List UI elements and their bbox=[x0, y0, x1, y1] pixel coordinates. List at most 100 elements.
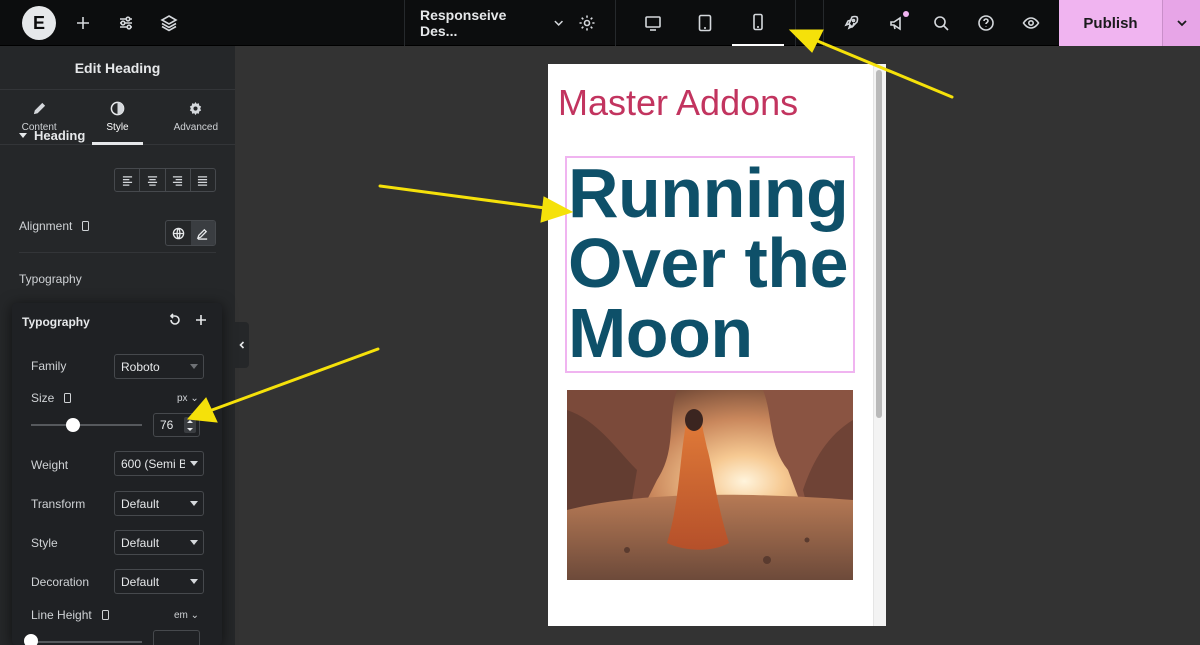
pencil-icon bbox=[197, 228, 208, 240]
size-input[interactable]: 76 bbox=[153, 413, 200, 437]
globe-icon bbox=[172, 227, 185, 239]
align-center-button[interactable] bbox=[140, 169, 166, 191]
global-typography-button[interactable] bbox=[166, 221, 191, 245]
document-title-dropdown[interactable]: Responseive Des... bbox=[404, 0, 564, 46]
typography-controls bbox=[165, 220, 216, 246]
line-height-slider-track[interactable] bbox=[31, 641, 142, 643]
section-heading-label: Heading bbox=[34, 128, 86, 143]
transform-value: Default bbox=[121, 496, 160, 511]
section-heading-toggle[interactable]: Heading bbox=[19, 128, 85, 143]
reset-icon[interactable] bbox=[168, 313, 182, 327]
style-label: Style bbox=[31, 536, 58, 550]
add-element-button[interactable] bbox=[68, 0, 98, 46]
rocket-icon bbox=[844, 15, 859, 30]
alignment-label: Alignment bbox=[19, 219, 90, 233]
decoration-value: Default bbox=[121, 574, 160, 589]
preview-button[interactable] bbox=[1016, 0, 1046, 46]
search-icon bbox=[934, 16, 949, 31]
help-icon bbox=[978, 15, 994, 31]
size-stepper[interactable] bbox=[184, 417, 196, 433]
logo-letter: E bbox=[32, 12, 45, 33]
publish-button[interactable]: Publish bbox=[1059, 0, 1162, 46]
font-family-value: Roboto bbox=[121, 359, 160, 374]
finder-button[interactable] bbox=[926, 0, 956, 46]
font-weight-select[interactable]: 600 (Semi Bold) bbox=[114, 451, 204, 476]
notification-dot bbox=[903, 11, 909, 17]
align-right-button[interactable] bbox=[166, 169, 191, 191]
desktop-icon bbox=[645, 16, 661, 31]
preview-scroll-thumb[interactable] bbox=[876, 70, 882, 418]
text-decoration-select[interactable]: Default bbox=[114, 569, 204, 594]
typography-popover: Typography Family Roboto Size px ⌄ 76 We… bbox=[12, 303, 222, 645]
mobile-icon[interactable] bbox=[82, 221, 90, 231]
launchpad-button[interactable] bbox=[836, 0, 866, 46]
site-settings-button[interactable] bbox=[111, 0, 141, 46]
line-height-slider-thumb[interactable] bbox=[24, 634, 38, 645]
font-style-select[interactable]: Default bbox=[114, 530, 204, 555]
device-tablet-button[interactable] bbox=[682, 0, 728, 46]
tab-advanced[interactable]: Advanced bbox=[157, 90, 235, 144]
size-unit: px bbox=[177, 393, 188, 404]
tablet-icon bbox=[698, 14, 712, 32]
eye-icon bbox=[1022, 17, 1040, 29]
chevron-down-icon bbox=[554, 20, 563, 26]
gear-icon bbox=[579, 15, 595, 31]
help-button[interactable] bbox=[971, 0, 1001, 46]
line-height-label-text: Line Height bbox=[31, 608, 92, 622]
size-slider-thumb[interactable] bbox=[66, 418, 81, 432]
size-unit-select[interactable]: px ⌄ bbox=[177, 393, 199, 404]
mobile-icon[interactable] bbox=[101, 610, 109, 620]
panel-title: Edit Heading bbox=[0, 46, 235, 90]
caret-down-icon bbox=[190, 501, 198, 506]
family-label: Family bbox=[31, 359, 67, 373]
style-value: Default bbox=[121, 535, 160, 550]
line-height-input[interactable] bbox=[153, 630, 200, 645]
gear-icon bbox=[190, 101, 202, 116]
elementor-logo-button[interactable]: E bbox=[22, 6, 56, 40]
preview-image[interactable] bbox=[567, 390, 853, 580]
plus-icon[interactable] bbox=[194, 313, 208, 327]
popover-header-actions bbox=[168, 313, 208, 327]
device-mobile-button[interactable] bbox=[732, 0, 784, 46]
tab-style[interactable]: Style bbox=[78, 90, 156, 145]
alignment-control bbox=[114, 168, 216, 192]
device-desktop-button[interactable] bbox=[630, 0, 676, 46]
contrast-icon bbox=[110, 101, 125, 116]
heading-widget[interactable]: Running Over the Moon bbox=[568, 158, 868, 368]
size-label: Size bbox=[31, 391, 72, 405]
divider bbox=[19, 252, 216, 253]
desert-canyon-image bbox=[567, 390, 853, 580]
popover-title: Typography bbox=[22, 315, 90, 329]
caret-down-icon bbox=[190, 540, 198, 545]
text-transform-select[interactable]: Default bbox=[114, 491, 204, 516]
font-family-select[interactable]: Roboto bbox=[114, 354, 204, 379]
size-slider-track[interactable] bbox=[31, 424, 142, 426]
stepper-up-icon bbox=[187, 419, 193, 423]
tab-label: Advanced bbox=[173, 122, 219, 133]
edit-typography-button[interactable] bbox=[190, 221, 215, 245]
publish-options-button[interactable] bbox=[1162, 0, 1200, 46]
mobile-icon bbox=[753, 13, 763, 31]
structure-button[interactable] bbox=[154, 0, 184, 46]
layers-icon bbox=[160, 15, 178, 32]
font-weight-value: 600 (Semi Bold) bbox=[121, 456, 185, 471]
line-height-label: Line Height bbox=[31, 608, 109, 622]
align-justify-button[interactable] bbox=[191, 169, 215, 191]
decoration-label: Decoration bbox=[31, 575, 90, 589]
size-label-text: Size bbox=[31, 391, 55, 405]
divider bbox=[615, 0, 616, 46]
align-left-button[interactable] bbox=[115, 169, 141, 191]
alignment-label-text: Alignment bbox=[19, 219, 73, 233]
size-value: 76 bbox=[160, 418, 174, 432]
notifications-button[interactable] bbox=[882, 0, 912, 46]
transform-label: Transform bbox=[31, 497, 86, 511]
collapse-panel-button[interactable] bbox=[235, 322, 249, 368]
chevron-left-icon bbox=[239, 341, 245, 349]
page-settings-button[interactable] bbox=[572, 0, 602, 46]
weight-label: Weight bbox=[31, 458, 69, 472]
brand-heading[interactable]: Master Addons bbox=[558, 82, 798, 124]
line-height-unit-select[interactable]: em ⌄ bbox=[174, 610, 199, 621]
align-left-icon bbox=[122, 175, 132, 186]
plus-icon bbox=[77, 17, 89, 29]
mobile-icon[interactable] bbox=[64, 393, 72, 403]
